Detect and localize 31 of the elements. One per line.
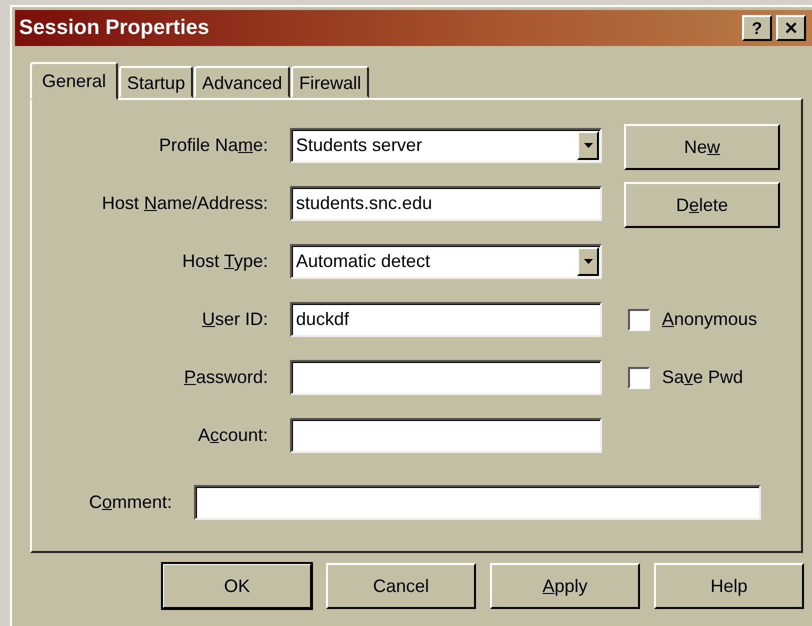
comment-field[interactable]	[194, 485, 761, 520]
checkbox[interactable]	[628, 308, 650, 330]
field-label: Comment:	[88, 492, 172, 513]
field-label: Password:	[184, 367, 268, 388]
tab[interactable]: Firewall	[291, 66, 370, 98]
side-button[interactable]: New	[624, 124, 780, 170]
field-label: Host Name/Address:	[102, 193, 268, 214]
dropdown-field[interactable]: Students server	[290, 128, 602, 163]
tab[interactable]: General	[30, 62, 118, 100]
input-field[interactable]: duckdf	[290, 302, 602, 337]
checkbox-label: Save Pwd	[662, 367, 744, 388]
field-label: Profile Name:	[158, 135, 268, 156]
dialog-button[interactable]: Cancel	[326, 563, 476, 609]
tab[interactable]: Startup	[119, 66, 194, 98]
tab[interactable]: Advanced	[194, 66, 290, 98]
dialog-button[interactable]: OK	[162, 563, 312, 609]
window-title: Session Properties	[19, 16, 210, 40]
side-button[interactable]: Delete	[624, 182, 780, 228]
dialog-button[interactable]: Apply	[490, 563, 640, 609]
input-field[interactable]: students.snc.edu	[290, 186, 602, 221]
field-label: Host Type:	[182, 251, 268, 272]
close-button[interactable]: ✕	[776, 15, 806, 41]
dialog-button[interactable]: Help	[654, 563, 804, 609]
dropdown-field[interactable]: Automatic detect	[290, 244, 602, 279]
checkbox[interactable]	[628, 366, 650, 388]
field-label: Account:	[198, 425, 268, 446]
input-field[interactable]	[290, 360, 602, 395]
input-field[interactable]	[290, 418, 602, 453]
help-button[interactable]: ?	[742, 15, 772, 41]
checkbox-label: Anonymous	[662, 309, 758, 330]
field-label: User ID:	[202, 309, 268, 330]
